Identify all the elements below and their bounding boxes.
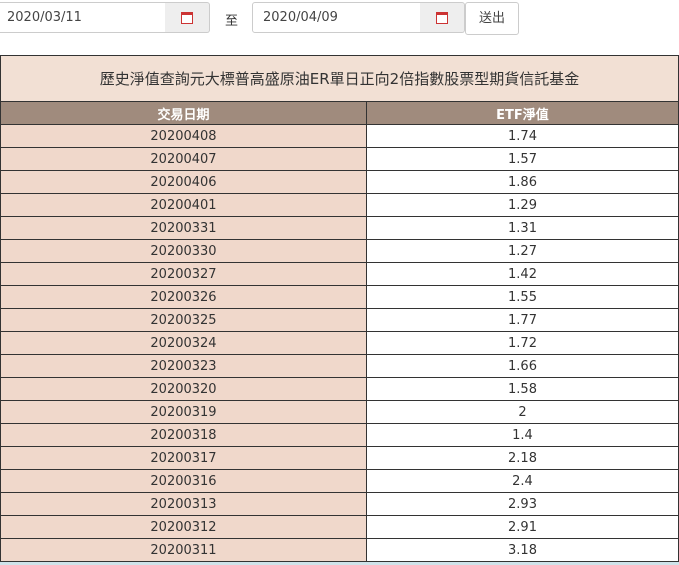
- table-row: 20200327 1.42: [0, 262, 679, 286]
- etf-nav-cell: 1.31: [366, 216, 679, 240]
- etf-nav-cell: 1.55: [366, 285, 679, 309]
- header-trade-date: 交易日期: [0, 101, 367, 125]
- etf-nav-cell: 2.18: [366, 446, 679, 470]
- table-row: 20200318 1.4: [0, 423, 679, 447]
- trade-date-cell: 20200324: [0, 331, 367, 355]
- etf-nav-cell: 1.86: [366, 170, 679, 194]
- etf-nav-cell: 2.93: [366, 492, 679, 516]
- etf-nav-cell: 1.29: [366, 193, 679, 217]
- etf-nav-cell: 1.57: [366, 147, 679, 171]
- table-row: 20200313 2.93: [0, 492, 679, 516]
- table-row: 20200324 1.72: [0, 331, 679, 355]
- trade-date-cell: 20200331: [0, 216, 367, 240]
- trade-date-cell: 20200325: [0, 308, 367, 332]
- etf-nav-cell: 1.66: [366, 354, 679, 378]
- table-title: 歷史淨值查詢元大標普高盛原油ER單日正向2倍指數股票型期貨信託基金: [0, 55, 679, 102]
- table-row: 20200319 2: [0, 400, 679, 424]
- etf-nav-cell: 1.58: [366, 377, 679, 401]
- trade-date-cell: 20200327: [0, 262, 367, 286]
- start-date-input[interactable]: 2020/03/11: [0, 2, 166, 33]
- etf-nav-cell: 1.42: [366, 262, 679, 286]
- table-row: 20200330 1.27: [0, 239, 679, 263]
- start-date-calendar-button[interactable]: [165, 2, 210, 33]
- trade-date-cell: 20200316: [0, 469, 367, 493]
- table-row: 20200401 1.29: [0, 193, 679, 217]
- trade-date-cell: 20200317: [0, 446, 367, 470]
- trade-date-cell: 20200320: [0, 377, 367, 401]
- etf-nav-cell: 2.91: [366, 515, 679, 539]
- etf-nav-cell: 1.77: [366, 308, 679, 332]
- table-row: 20200331 1.31: [0, 216, 679, 240]
- header-etf-nav: ETF淨值: [366, 101, 679, 125]
- table-row: 20200325 1.77: [0, 308, 679, 332]
- trade-date-cell: 20200319: [0, 400, 367, 424]
- table-row: 20200406 1.86: [0, 170, 679, 194]
- date-range-separator: 至: [225, 14, 239, 29]
- table-row: 20200316 2.4: [0, 469, 679, 493]
- end-date-input[interactable]: 2020/04/09: [252, 2, 421, 33]
- etf-nav-cell: 1.74: [366, 124, 679, 148]
- table-row: 20200407 1.57: [0, 147, 679, 171]
- etf-nav-cell: 1.4: [366, 423, 679, 447]
- calendar-icon: [181, 11, 193, 24]
- trade-date-cell: 20200318: [0, 423, 367, 447]
- table-row: 20200317 2.18: [0, 446, 679, 470]
- trade-date-cell: 20200406: [0, 170, 367, 194]
- etf-nav-cell: 1.27: [366, 239, 679, 263]
- trade-date-cell: 20200401: [0, 193, 367, 217]
- etf-nav-cell: 3.18: [366, 538, 679, 562]
- table-row: 20200323 1.66: [0, 354, 679, 378]
- trade-date-cell: 20200323: [0, 354, 367, 378]
- table-row: 20200408 1.74: [0, 124, 679, 148]
- table-row: 20200312 2.91: [0, 515, 679, 539]
- table-row: 20200311 3.18: [0, 538, 679, 562]
- table-row: 20200320 1.58: [0, 377, 679, 401]
- table-row: 20200326 1.55: [0, 285, 679, 309]
- trade-date-cell: 20200408: [0, 124, 367, 148]
- etf-nav-cell: 1.72: [366, 331, 679, 355]
- etf-nav-cell: 2: [366, 400, 679, 424]
- trade-date-cell: 20200326: [0, 285, 367, 309]
- trade-date-cell: 20200313: [0, 492, 367, 516]
- trade-date-cell: 20200311: [0, 538, 367, 562]
- etf-nav-cell: 2.4: [366, 469, 679, 493]
- trade-date-cell: 20200330: [0, 239, 367, 263]
- submit-button[interactable]: 送出: [465, 2, 519, 35]
- calendar-icon: [436, 11, 448, 24]
- trade-date-cell: 20200407: [0, 147, 367, 171]
- end-date-calendar-button[interactable]: [420, 2, 465, 33]
- nav-history-table: 歷史淨值查詢元大標普高盛原油ER單日正向2倍指數股票型期貨信託基金 交易日期 E…: [0, 55, 679, 562]
- trade-date-cell: 20200312: [0, 515, 367, 539]
